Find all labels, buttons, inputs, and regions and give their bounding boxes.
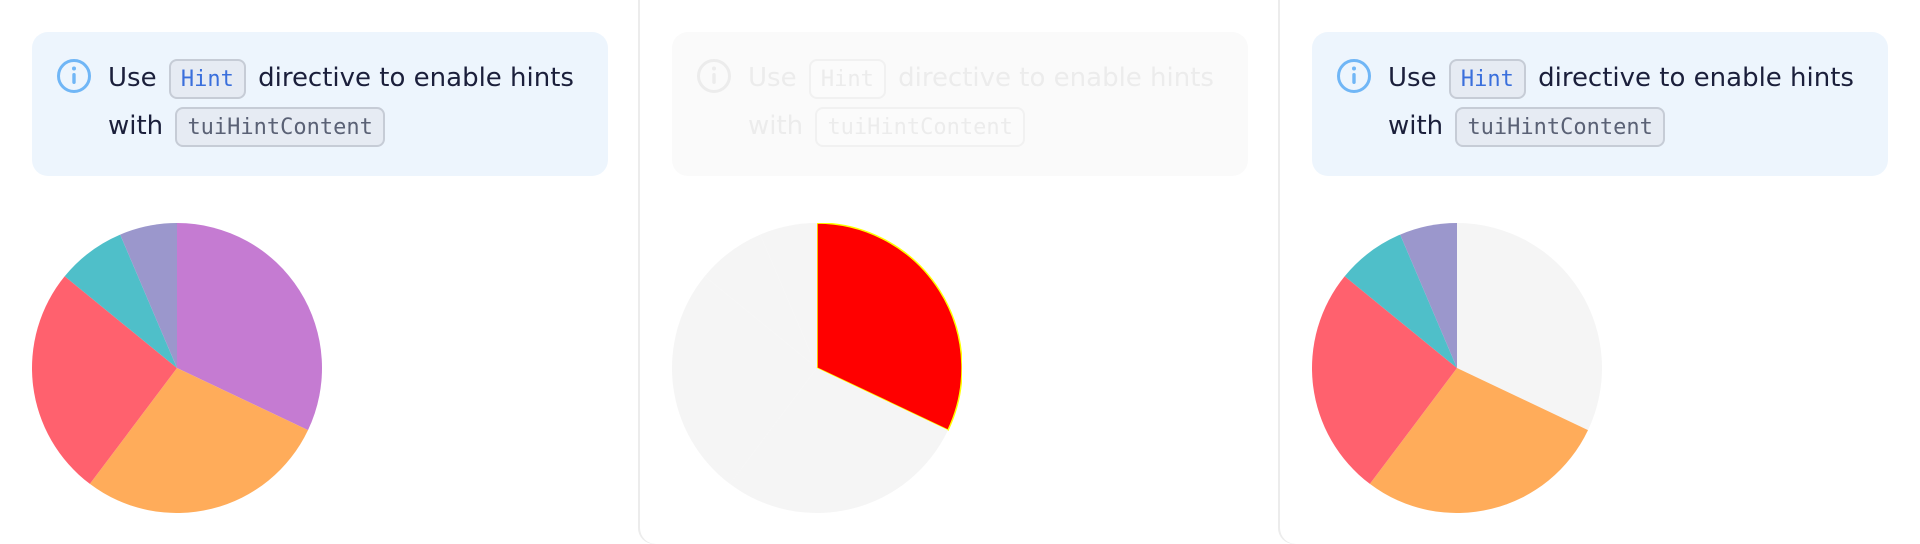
info-icon — [57, 59, 91, 93]
hint-line-1: Use Hint directive to enable hints — [108, 54, 584, 102]
with-text: with — [1388, 111, 1444, 141]
info-icon — [697, 59, 731, 93]
hint-demo-panel-2: Use Hint directive to enable hints with … — [640, 0, 1278, 544]
hint-content-code-chip: tuiHintContent — [815, 106, 1025, 147]
hint-notification: Use Hint directive to enable hints with … — [672, 32, 1248, 176]
pie-chart-right[interactable] — [1312, 223, 1602, 513]
hint-line-2: with tuiHintContent — [748, 102, 1224, 150]
use-text: Use — [748, 63, 797, 93]
hint-line-2: with tuiHintContent — [1388, 102, 1864, 150]
hint-demo-panel-1: Use Hint directive to enable hints with … — [0, 0, 638, 544]
hint-notification: Use Hint directive to enable hints with … — [1312, 32, 1888, 176]
hint-code-chip: Hint — [808, 58, 886, 99]
directive-text: directive to enable hints — [258, 63, 574, 93]
info-icon — [1337, 59, 1371, 93]
directive-text: directive to enable hints — [1538, 63, 1854, 93]
hint-content-code-chip: tuiHintContent — [175, 106, 385, 147]
hint-line-1: Use Hint directive to enable hints — [1388, 54, 1864, 102]
with-text: with — [108, 111, 164, 141]
use-text: Use — [108, 63, 157, 93]
hint-notification: Use Hint directive to enable hints with … — [32, 32, 608, 176]
pie-chart-center[interactable] — [672, 223, 962, 513]
hint-content-code-chip: tuiHintContent — [1455, 106, 1665, 147]
with-text: with — [748, 111, 804, 141]
hint-code-chip: Hint — [168, 58, 246, 99]
hint-demo-panel-3: Use Hint directive to enable hints with … — [1280, 0, 1918, 544]
hint-line-1: Use Hint directive to enable hints — [748, 54, 1224, 102]
hint-code-chip: Hint — [1448, 58, 1526, 99]
directive-text: directive to enable hints — [898, 63, 1214, 93]
pie-chart-left[interactable] — [32, 223, 322, 513]
hint-line-2: with tuiHintContent — [108, 102, 584, 150]
use-text: Use — [1388, 63, 1437, 93]
